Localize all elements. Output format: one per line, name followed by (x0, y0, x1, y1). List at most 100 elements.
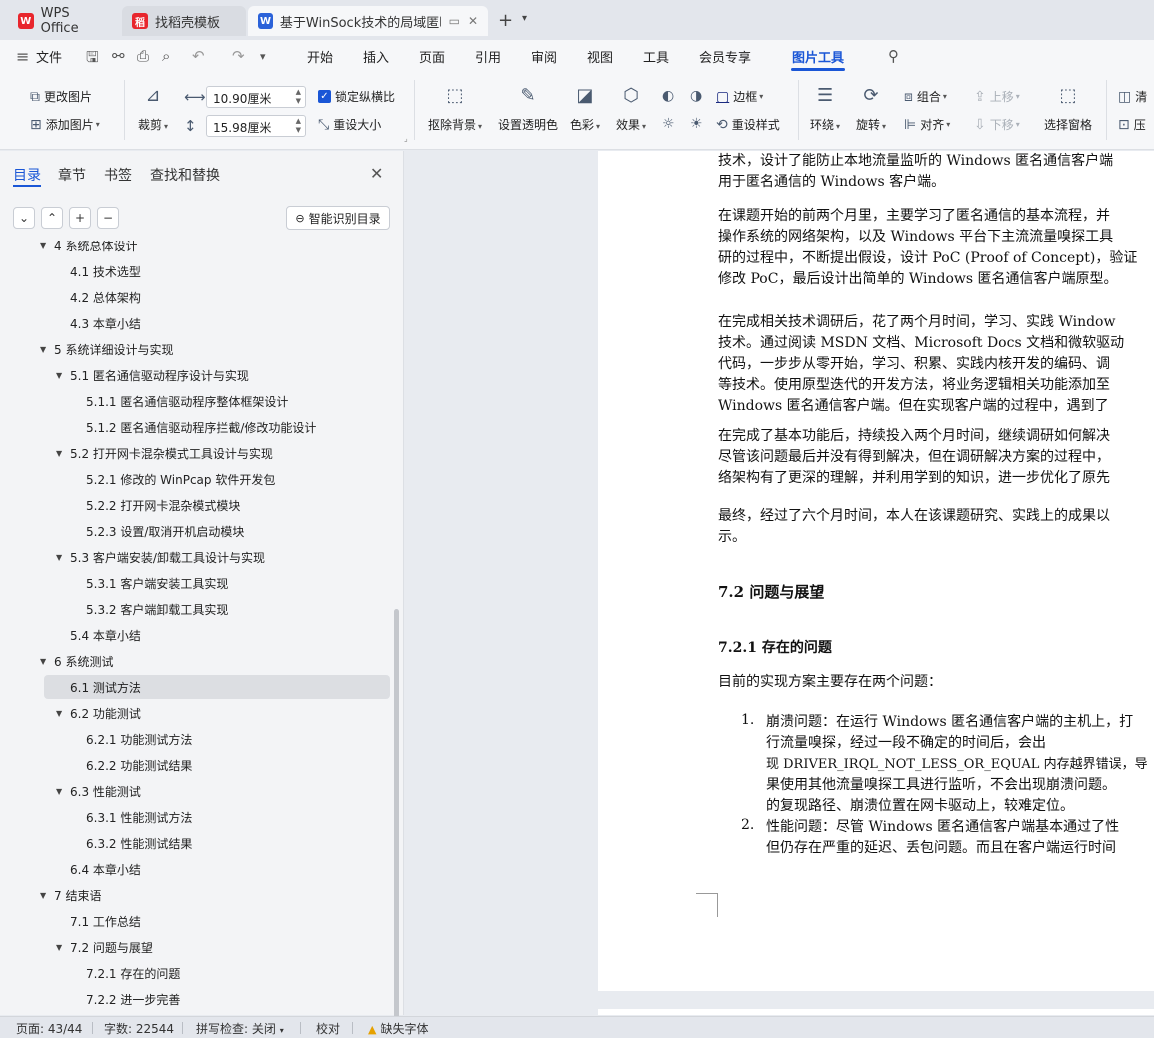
toc-item[interactable]: 5.3.2 客户端卸载工具实现 (0, 597, 390, 621)
reset-size-button[interactable]: ⤡ 重设大小 (318, 116, 381, 133)
toc-item[interactable]: 4.3 本章小结 (0, 311, 390, 335)
height-input[interactable]: 15.98厘米 ▲ ▼ (206, 115, 306, 137)
toc-item[interactable]: ▼ 6.3 性能测试 (0, 779, 390, 803)
toc-item[interactable]: 6.2.2 功能测试结果 (0, 753, 390, 777)
document-page[interactable]: 技术，设计了能防止本地流量监听的 Windows 匿名通信客户端 用于匿名通信的 … (598, 151, 1154, 991)
menu-references[interactable]: 引用 (475, 47, 501, 66)
menu-file[interactable]: 文件 (36, 47, 62, 66)
chevron-down-icon[interactable]: ▾ (260, 50, 266, 63)
width-input[interactable]: 10.90厘米 ▲ ▼ (206, 86, 306, 108)
change-picture-button[interactable]: ⧉ 更改图片 (30, 88, 92, 105)
toc-item[interactable]: 6.3.2 性能测试结果 (0, 831, 390, 855)
add-picture-button[interactable]: ⊞ 添加图片 ▾ (30, 116, 100, 133)
close-tab-icon[interactable]: ✕ (468, 14, 478, 28)
toc-item[interactable]: ▼ 5 系统详细设计与实现 (0, 337, 390, 361)
monitor-icon[interactable]: ▭ (449, 14, 460, 28)
hamburger-menu-icon[interactable]: ≡ (16, 47, 29, 66)
page-indicator[interactable]: 页面: 43/44 (16, 1020, 82, 1037)
spinner-arrows-icon[interactable]: ▲ ▼ (296, 117, 301, 135)
menu-review[interactable]: 审阅 (531, 47, 557, 66)
toc-item[interactable]: 6.2.1 功能测试方法 (0, 727, 390, 751)
toc-item[interactable]: 5.2.2 打开网卡混杂模式模块 (0, 493, 390, 517)
effect-button[interactable]: ⬡ 效果 ▾ (616, 82, 646, 133)
toc-item[interactable]: 5.2.3 设置/取消开机启动模块 (0, 519, 390, 543)
print-icon[interactable]: ⎙ (137, 47, 149, 65)
toc-item[interactable]: 6.1 测试方法 (44, 675, 390, 699)
toc-item[interactable]: 4.1 技术选型 (0, 259, 390, 283)
spinner-arrows-icon[interactable]: ▲ ▼ (296, 88, 301, 106)
expand-toggle-icon[interactable]: ▼ (56, 371, 68, 380)
toc-item[interactable]: ▼ 7.2 问题与展望 (0, 935, 390, 959)
remove-heading-button[interactable]: − (97, 207, 119, 229)
toc-item[interactable]: ▼ 4 系统总体设计 (0, 241, 390, 257)
menu-tools[interactable]: 工具 (643, 47, 669, 66)
toc-item[interactable]: 5.2.1 修改的 WinPcap 软件开发包 (0, 467, 390, 491)
add-heading-button[interactable]: + (69, 207, 91, 229)
tab-sections[interactable]: 章节 (58, 165, 86, 185)
group-button[interactable]: ⧈ 组合 ▾ (904, 88, 947, 105)
bring-forward-button[interactable]: ⇪ 上移 ▾ (974, 88, 1020, 105)
align-button[interactable]: ⊫ 对齐 ▾ (904, 116, 950, 133)
tab-docer[interactable]: 稻 找稻壳模板 (122, 6, 246, 36)
toc-item[interactable]: 5.1.1 匿名通信驱动程序整体框架设计 (0, 389, 390, 413)
redo-icon[interactable]: ↷ (232, 47, 245, 65)
tab-wps-office[interactable]: W WPS Office (8, 6, 120, 36)
remove-background-button[interactable]: ⬚ 抠除背景 ▾ (428, 82, 482, 133)
undo-icon[interactable]: ↶ (192, 47, 205, 65)
save-icon[interactable]: 🖫 (86, 47, 99, 72)
toc-item[interactable]: ▼ 6 系统测试 (0, 649, 390, 673)
tab-document[interactable]: W 基于WinSock技术的局域匿旺 ▭ ✕ (248, 6, 488, 36)
tab-find-replace[interactable]: 查找和替换 (150, 165, 220, 185)
menu-home[interactable]: 开始 (307, 47, 333, 66)
expand-toggle-icon[interactable]: ▼ (40, 657, 52, 666)
menu-view[interactable]: 视图 (587, 47, 613, 66)
print-preview-icon[interactable]: ⌕ (162, 47, 170, 65)
next-document-page[interactable] (598, 1009, 1154, 1015)
expand-toggle-icon[interactable]: ▼ (56, 709, 68, 718)
toc-item[interactable]: 5.1.2 匿名通信驱动程序拦截/修改功能设计 (0, 415, 390, 439)
expand-toggle-icon[interactable]: ▼ (56, 943, 68, 952)
lock-ratio-checkbox[interactable]: ✓ 锁定纵横比 (318, 88, 395, 105)
wrap-button[interactable]: ☰ 环绕 ▾ (810, 82, 840, 133)
toc-item[interactable]: 6.4 本章小结 (0, 857, 390, 881)
word-count[interactable]: 字数: 22544 (104, 1020, 174, 1037)
collapse-all-button[interactable]: ⌃ (41, 207, 63, 229)
color-button[interactable]: ◪ 色彩 ▾ (570, 82, 600, 133)
tab-bookmarks[interactable]: 书签 (104, 165, 132, 185)
dialog-launcher-icon[interactable]: ⌟ (404, 134, 408, 143)
expand-toggle-icon[interactable]: ▼ (56, 553, 68, 562)
toc-item[interactable]: ▼ 5.1 匿名通信驱动程序设计与实现 (0, 363, 390, 387)
toc-item[interactable]: ▼ 7 结束语 (0, 883, 390, 907)
toc-item[interactable]: ▼ 6.2 功能测试 (0, 701, 390, 725)
proofread-button[interactable]: 校对 (316, 1020, 340, 1037)
expand-all-button[interactable]: ⌄ (13, 207, 35, 229)
tab-toc[interactable]: 目录 (13, 165, 41, 185)
new-tab-icon[interactable]: + (498, 10, 513, 31)
toc-item[interactable]: 5.3.1 客户端安装工具实现 (0, 571, 390, 595)
chevron-down-icon[interactable]: ▾ (522, 13, 527, 24)
crop-button[interactable]: ⊿ 裁剪 ▾ (138, 82, 168, 133)
toc-item[interactable]: 7.1 工作总结 (0, 909, 390, 933)
toc-item[interactable]: 4.2 总体架构 (0, 285, 390, 309)
expand-toggle-icon[interactable]: ▼ (40, 345, 52, 354)
spellcheck-status[interactable]: 拼写检查: 关闭 ▾ (196, 1020, 284, 1037)
menu-page[interactable]: 页面 (419, 47, 445, 66)
expand-toggle-icon[interactable]: ▼ (56, 449, 68, 458)
decrease-brightness-icon[interactable]: ☀ (690, 116, 703, 132)
decrease-contrast-icon[interactable]: ◑ (690, 88, 702, 104)
close-icon[interactable]: ✕ (370, 164, 383, 183)
toc-item[interactable]: 7.2.1 存在的问题 (0, 961, 390, 985)
reset-style-button[interactable]: ⟲ 重设样式 (716, 116, 780, 133)
smart-recognize-toc-button[interactable]: ⊖ 智能识别目录 (286, 206, 390, 230)
expand-toggle-icon[interactable]: ▼ (56, 787, 68, 796)
selection-pane-button[interactable]: ⬚ 选择窗格 (1044, 82, 1092, 133)
toc-scrollbar[interactable] (394, 609, 399, 1019)
increase-brightness-icon[interactable]: ☼ (662, 116, 675, 132)
toc-item[interactable]: 7.2.2 进一步完善 (0, 987, 390, 1011)
set-transparent-color-button[interactable]: ✎ 设置透明色 (498, 82, 558, 133)
share-icon[interactable]: ⚯ (112, 47, 125, 65)
send-backward-button[interactable]: ⇩ 下移 ▾ (974, 116, 1020, 133)
clear-button[interactable]: ◫ 清 (1118, 88, 1147, 105)
search-icon[interactable]: ⚲ (888, 47, 899, 65)
toc-item[interactable]: 6.3.1 性能测试方法 (0, 805, 390, 829)
